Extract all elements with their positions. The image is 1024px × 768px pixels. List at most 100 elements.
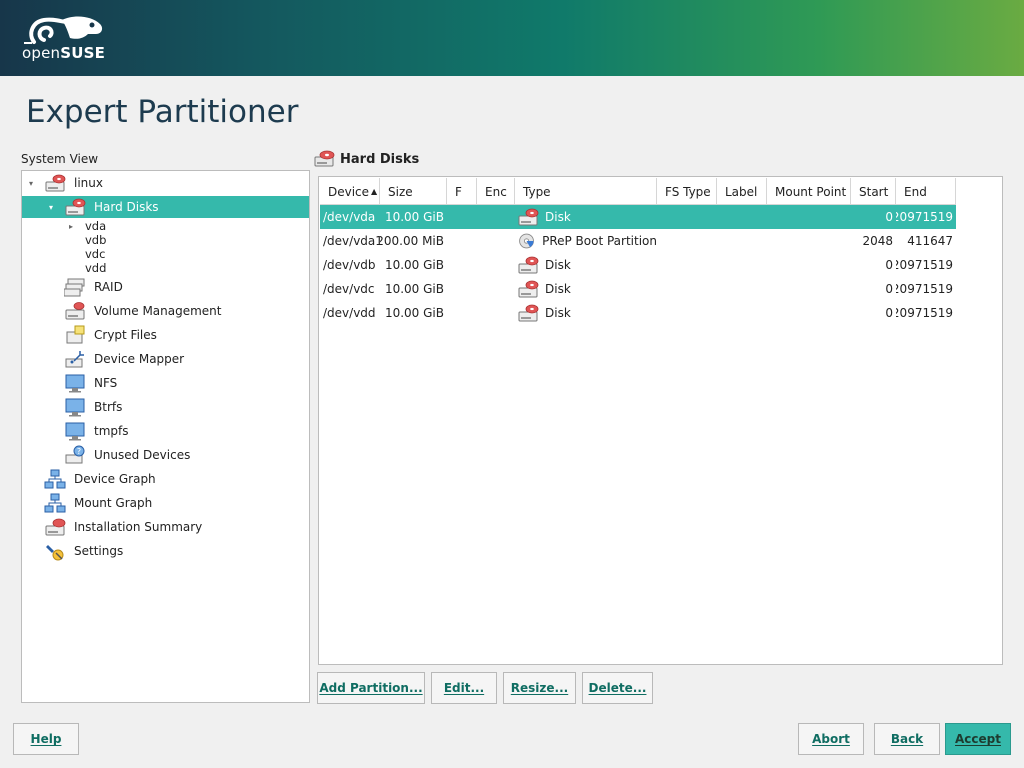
column-header-fs-type[interactable]: FS Type — [657, 178, 717, 205]
cell-size: 10.00 GiB — [380, 253, 447, 277]
hard-disk-icon — [65, 198, 86, 216]
cell-end: 20971519 — [896, 205, 956, 229]
resize-button[interactable]: Resize... — [503, 672, 576, 704]
table-row[interactable]: /dev/vdd 10.00 GiB Disk 0 20971519 — [320, 301, 956, 325]
cell-size: 10.00 GiB — [380, 205, 447, 229]
table-row[interactable]: /dev/vdc 10.00 GiB Disk 0 20971519 — [320, 277, 956, 301]
table-row[interactable]: /dev/vdb 10.00 GiB Disk 0 20971519 — [320, 253, 956, 277]
cell-text: /dev/vda — [323, 210, 376, 224]
btrfs-icon — [65, 398, 85, 417]
cell-end: 20971519 — [896, 277, 956, 301]
edit-button[interactable]: Edit... — [431, 672, 497, 704]
tree-item-mount-graph[interactable]: Mount Graph — [22, 492, 309, 514]
tree-item-btrfs[interactable]: Btrfs — [22, 396, 309, 418]
cell-text: 10.00 GiB — [384, 282, 444, 296]
installation-summary-icon — [45, 518, 66, 536]
disk-icon — [518, 280, 539, 298]
column-header-size[interactable]: Size — [380, 178, 447, 205]
system-view-label: System View — [21, 152, 99, 166]
computer-disk-icon — [45, 174, 66, 192]
column-header-device[interactable]: Device ▲ — [320, 178, 380, 205]
tree-item-hard-disks[interactable]: ▾ Hard Disks — [22, 196, 309, 218]
table-row[interactable]: /dev/vda1 200.00 MiB PReP Boot Partition 20… — [320, 229, 956, 253]
expand-right-icon[interactable]: ▸ — [66, 221, 76, 231]
back-button[interactable]: Back — [874, 723, 940, 755]
column-header-start[interactable]: Start — [851, 178, 896, 205]
tree-item-tmpfs[interactable]: tmpfs — [22, 420, 309, 442]
delete-button[interactable]: Delete... — [582, 672, 653, 704]
cell-device: /dev/vda — [320, 205, 380, 229]
cell-end: 411647 — [896, 229, 956, 253]
cell-text: 20971519 — [896, 306, 953, 320]
tree-item-linux[interactable]: ▾ linux — [22, 172, 309, 194]
cell-enc — [477, 253, 515, 277]
cell-fs-type — [657, 301, 717, 325]
accept-button[interactable]: Accept — [945, 723, 1011, 755]
sort-ascending-icon: ▲ — [371, 187, 378, 196]
cell-text: 2048 — [862, 234, 893, 248]
hard-disks-icon — [314, 150, 335, 167]
column-header-type[interactable]: Type — [515, 178, 657, 205]
system-view-tree[interactable]: ▾ linux ▾ Hard Disks ▸ vda vdb vdc vdd RAID Volume… — [21, 170, 310, 703]
cell-mount-point — [767, 229, 851, 253]
abort-button[interactable]: Abort — [798, 723, 864, 755]
table-row[interactable]: /dev/vda 10.00 GiB Disk 0 20971519 — [320, 205, 956, 229]
device-mapper-icon — [65, 351, 84, 368]
cell-type: Disk — [515, 277, 657, 301]
tree-item-label: vda — [85, 219, 107, 233]
tree-item-installation-summary[interactable]: Installation Summary — [22, 516, 309, 538]
cell-f — [447, 229, 477, 253]
cell-end: 20971519 — [896, 253, 956, 277]
tree-item-device-mapper[interactable]: Device Mapper — [22, 348, 309, 370]
tree-item-raid[interactable]: RAID — [22, 276, 309, 298]
devices-table[interactable]: Device ▲ Size F Enc Type FS Type Label Mount Poi… — [318, 176, 1003, 665]
cell-text: Disk — [545, 258, 571, 272]
column-header-label: Size — [388, 184, 413, 199]
tree-item-vdc[interactable]: vdc — [22, 247, 309, 261]
tree-item-vda[interactable]: ▸ vda — [22, 219, 309, 233]
cell-text: /dev/vdb — [323, 258, 376, 272]
cell-enc — [477, 301, 515, 325]
tree-item-label: Device Graph — [74, 472, 156, 486]
opensuse-logo-text: openSUSE — [22, 44, 106, 62]
cell-type: PReP Boot Partition — [515, 229, 657, 253]
tree-item-volume-management[interactable]: Volume Management — [22, 300, 309, 322]
tree-item-device-graph[interactable]: Device Graph — [22, 468, 309, 490]
tree-item-label: Settings — [74, 544, 124, 558]
column-header-label: Label — [725, 184, 758, 199]
column-header-enc[interactable]: Enc — [477, 178, 515, 205]
tree-item-vdd[interactable]: vdd — [22, 261, 309, 275]
cell-enc — [477, 205, 515, 229]
tree-item-label: Btrfs — [94, 400, 123, 414]
column-header-mount-point[interactable]: Mount Point — [767, 178, 851, 205]
cell-f — [447, 301, 477, 325]
tree-item-label: Crypt Files — [94, 328, 157, 342]
add-partition-button[interactable]: Add Partition... — [317, 672, 425, 704]
expand-down-icon[interactable]: ▾ — [46, 202, 56, 212]
crypt-files-icon — [66, 325, 85, 344]
cell-mount-point — [767, 253, 851, 277]
column-header-label[interactable]: Label — [717, 178, 767, 205]
tree-item-nfs[interactable]: NFS — [22, 372, 309, 394]
column-header-label: Enc — [485, 184, 507, 199]
cell-text: 0 — [885, 210, 893, 224]
cell-text: 20971519 — [896, 282, 953, 296]
partition-icon — [519, 233, 534, 249]
help-button[interactable]: Help — [13, 723, 79, 755]
tree-item-label: RAID — [94, 280, 123, 294]
cell-end: 20971519 — [896, 301, 956, 325]
tree-item-label: vdc — [85, 247, 106, 261]
table-header: Device ▲ Size F Enc Type FS Type Label Mount Poi… — [320, 178, 956, 205]
cell-enc — [477, 277, 515, 301]
tree-item-settings[interactable]: Settings — [22, 540, 309, 562]
tree-item-crypt-files[interactable]: Crypt Files — [22, 324, 309, 346]
panel-title: Hard Disks — [340, 152, 420, 167]
tree-item-vdb[interactable]: vdb — [22, 233, 309, 247]
column-header-f[interactable]: F — [447, 178, 477, 205]
tree-item-unused-devices[interactable]: ? Unused Devices — [22, 444, 309, 466]
cell-size: 10.00 GiB — [380, 301, 447, 325]
expand-down-icon[interactable]: ▾ — [26, 178, 36, 188]
column-header-end[interactable]: End — [896, 178, 956, 205]
cell-type: Disk — [515, 205, 657, 229]
cell-text: 200.00 MiB — [380, 234, 444, 248]
